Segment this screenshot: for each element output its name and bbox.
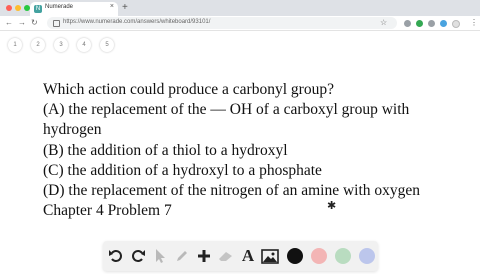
forward-icon[interactable]: → — [18, 17, 26, 29]
extension-icon[interactable] — [404, 20, 411, 27]
color-swatch-green[interactable] — [335, 248, 351, 264]
extension-icon[interactable] — [428, 20, 435, 27]
page-2-button[interactable]: 2 — [31, 38, 45, 52]
tab-title: Numerade — [45, 4, 74, 10]
numerade-favicon-icon: N — [34, 5, 42, 13]
image-icon[interactable] — [260, 246, 280, 266]
back-icon[interactable]: ← — [5, 17, 13, 29]
close-window-button[interactable] — [6, 5, 12, 11]
question-line: (B) the addition of a thiol to a hydroxy… — [43, 141, 288, 159]
url-field[interactable]: https://www.numerade.com/answers/whitebo… — [47, 17, 397, 29]
drawing-toolbar: A — [103, 241, 378, 271]
extension-icon[interactable] — [440, 20, 447, 27]
new-tab-icon[interactable]: + — [122, 2, 128, 14]
text-tool-icon[interactable]: A — [238, 246, 258, 266]
close-tab-icon[interactable]: × — [110, 3, 114, 10]
page-1-button[interactable]: 1 — [8, 38, 22, 52]
lock-icon — [53, 20, 60, 27]
add-icon[interactable] — [194, 246, 214, 266]
question-line: (A) the replacement of the — OH of a car… — [43, 101, 410, 119]
extension-icon[interactable] — [416, 20, 423, 27]
browser-menu-icon[interactable]: ⋮ — [470, 18, 478, 28]
reload-icon[interactable]: ↻ — [31, 17, 38, 29]
pen-icon[interactable] — [172, 246, 192, 266]
question-text: Which action could produce a carbonyl gr… — [43, 80, 443, 221]
url-text: https://www.numerade.com/answers/whitebo… — [63, 19, 211, 25]
minimize-window-button[interactable] — [15, 5, 21, 11]
question-line: (C) the addition of a hydroxyl to a phos… — [43, 161, 322, 179]
browser-tab[interactable]: N Numerade × — [30, 2, 118, 16]
color-swatch-red[interactable] — [311, 248, 327, 264]
question-line: (D) the replacement of the nitrogen of a… — [43, 182, 421, 200]
browser-address-bar: ← → ↻ https://www.numerade.com/answers/w… — [0, 16, 480, 31]
undo-icon[interactable] — [106, 246, 126, 266]
crosshair-cursor-icon: ✱ — [327, 200, 337, 212]
question-line: Which action could produce a carbonyl gr… — [43, 81, 334, 98]
redo-icon[interactable] — [128, 246, 148, 266]
page-3-button[interactable]: 3 — [54, 38, 68, 52]
eraser-icon[interactable] — [216, 246, 236, 266]
question-line: hydrogen — [43, 121, 102, 139]
color-swatch-black[interactable] — [287, 248, 303, 264]
page-4-button[interactable]: 4 — [77, 38, 91, 52]
select-arrow-icon[interactable] — [150, 246, 170, 266]
page-5-button[interactable]: 5 — [100, 38, 114, 52]
bookmark-star-icon[interactable]: ☆ — [380, 18, 387, 28]
profile-avatar-icon[interactable] — [452, 20, 460, 28]
question-line: Chapter 4 Problem 7 — [43, 202, 172, 220]
color-swatch-blue[interactable] — [359, 248, 375, 264]
browser-tab-bar: N Numerade × + — [0, 0, 480, 16]
